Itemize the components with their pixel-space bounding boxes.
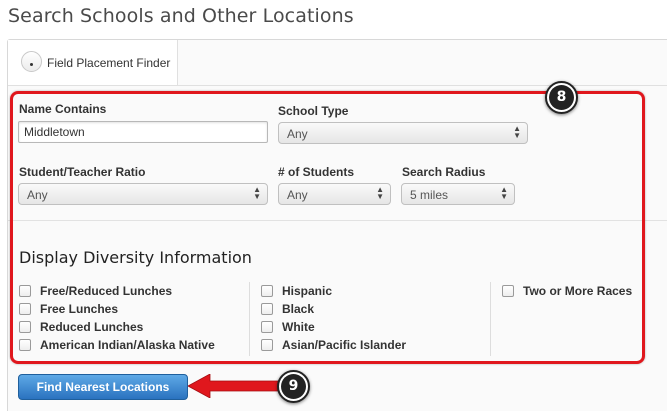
step-number: 9 <box>281 374 306 399</box>
step-badge-9: 9 <box>277 370 310 403</box>
arrow-icon <box>188 374 283 398</box>
tab-radio[interactable] <box>21 51 42 72</box>
tab-label: Field Placement Finder <box>47 56 171 70</box>
page-title: Search Schools and Other Locations <box>8 5 354 27</box>
step-number: 8 <box>549 85 574 110</box>
step-badge-8: 8 <box>545 81 578 114</box>
find-nearest-locations-button[interactable]: Find Nearest Locations <box>18 374 188 400</box>
highlight-box <box>10 91 645 364</box>
